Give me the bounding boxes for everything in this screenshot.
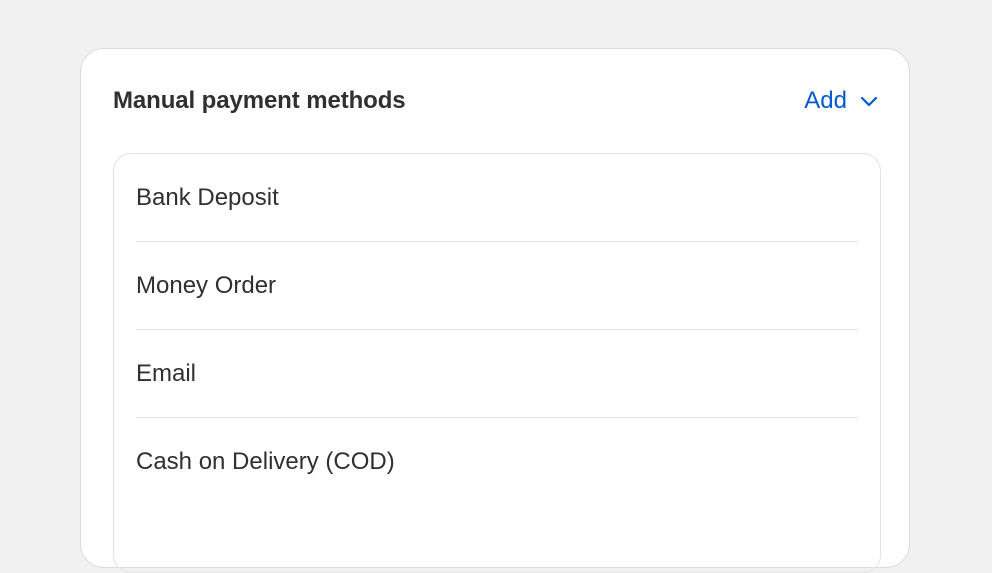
payment-method-cash-on-delivery[interactable]: Cash on Delivery (COD) (136, 418, 858, 506)
payment-method-label: Email (136, 359, 197, 387)
payment-method-label: Bank Deposit (136, 183, 279, 211)
manual-payment-methods-card: Manual payment methods Add Bank Deposit … (80, 48, 910, 573)
payment-method-bank-deposit[interactable]: Bank Deposit (136, 154, 858, 242)
payment-method-email[interactable]: Email (136, 330, 858, 418)
payment-method-money-order[interactable]: Money Order (136, 242, 858, 330)
card-header: Manual payment methods Add (113, 85, 879, 117)
payment-method-label: Money Order (136, 271, 277, 299)
payment-methods-list: Bank Deposit Money Order Email Cash on D… (113, 153, 881, 573)
add-button-label: Add (804, 87, 847, 114)
chevron-down-icon (860, 96, 878, 107)
payment-method-label: Cash on Delivery (COD) (136, 448, 395, 475)
card-title: Manual payment methods (113, 87, 406, 114)
add-payment-method-button[interactable]: Add (804, 87, 879, 115)
